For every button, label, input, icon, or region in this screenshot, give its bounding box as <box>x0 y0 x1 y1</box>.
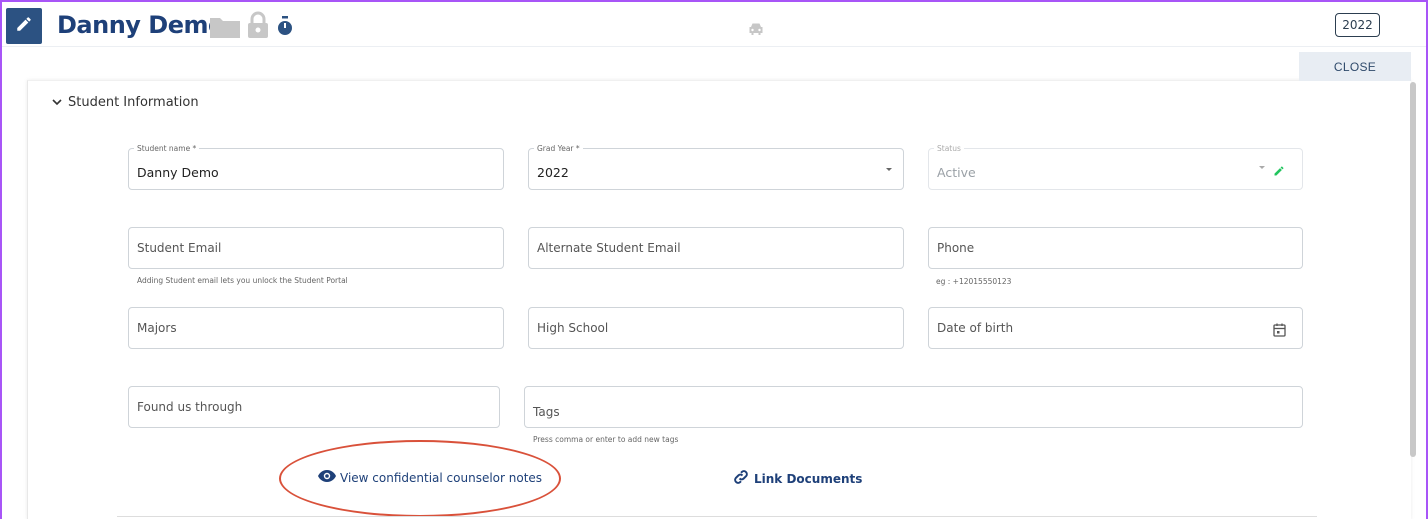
folder-icon[interactable] <box>209 15 241 43</box>
tags-helper: Press comma or enter to add new tags <box>533 435 679 444</box>
student-name-label: Student name * <box>134 143 200 154</box>
scrollbar-thumb[interactable] <box>1410 82 1416 457</box>
found-us-through-placeholder: Found us through <box>137 400 243 414</box>
status-value: Active <box>937 165 976 180</box>
grad-year-select[interactable]: Grad Year * 2022 <box>528 143 904 190</box>
majors-placeholder: Majors <box>137 321 177 335</box>
car-icon <box>748 21 764 40</box>
dropdown-caret-icon <box>1259 166 1265 169</box>
student-name-title: Danny Demo <box>57 11 224 39</box>
section-title: Student Information <box>68 95 199 110</box>
status-label: Status <box>934 143 964 154</box>
student-info-panel <box>27 80 1411 519</box>
close-button[interactable]: CLOSE <box>1299 52 1411 81</box>
date-of-birth-placeholder: Date of birth <box>937 321 1014 335</box>
chevron-down-icon <box>52 95 62 110</box>
date-of-birth-input[interactable]: Date of birth <box>928 307 1303 349</box>
phone-input[interactable]: Phone <box>928 227 1303 269</box>
divider <box>117 516 1317 517</box>
phone-helper: eg : +12015550123 <box>936 277 1012 286</box>
lock-icon[interactable] <box>247 11 269 43</box>
tags-input[interactable]: Tags <box>524 386 1303 428</box>
link-icon <box>732 468 750 489</box>
high-school-input[interactable]: High School <box>528 307 904 349</box>
student-email-placeholder: Student Email <box>137 241 222 255</box>
section-header-student-info[interactable]: Student Information <box>52 95 199 110</box>
dropdown-caret-icon <box>886 168 892 171</box>
alternate-email-placeholder: Alternate Student Email <box>537 241 681 255</box>
grad-year-label: Grad Year * <box>534 143 583 154</box>
calendar-icon[interactable] <box>1273 322 1286 341</box>
student-email-helper: Adding Student email lets you unlock the… <box>137 276 348 285</box>
majors-input[interactable]: Majors <box>128 307 504 349</box>
edit-student-button[interactable] <box>6 8 42 44</box>
tags-placeholder: Tags <box>533 405 560 419</box>
timer-icon[interactable] <box>277 16 293 40</box>
high-school-placeholder: High School <box>537 321 609 335</box>
phone-placeholder: Phone <box>937 241 975 255</box>
pencil-icon <box>15 15 33 37</box>
student-email-input[interactable]: Student Email <box>128 227 504 269</box>
status-select[interactable]: Status Active <box>928 143 1303 190</box>
grad-year-value: 2022 <box>537 165 569 180</box>
pencil-edit-icon[interactable] <box>1273 162 1285 181</box>
link-documents-label: Link Documents <box>754 471 863 486</box>
found-us-through-input[interactable]: Found us through <box>128 386 500 428</box>
student-name-field[interactable]: Student name * Danny Demo <box>128 143 504 190</box>
grad-year-badge[interactable]: 2022 <box>1335 13 1380 37</box>
highlight-annotation <box>279 440 561 517</box>
alternate-email-input[interactable]: Alternate Student Email <box>528 227 904 269</box>
link-documents-link[interactable]: Link Documents <box>732 468 862 489</box>
student-name-value: Danny Demo <box>137 165 219 180</box>
